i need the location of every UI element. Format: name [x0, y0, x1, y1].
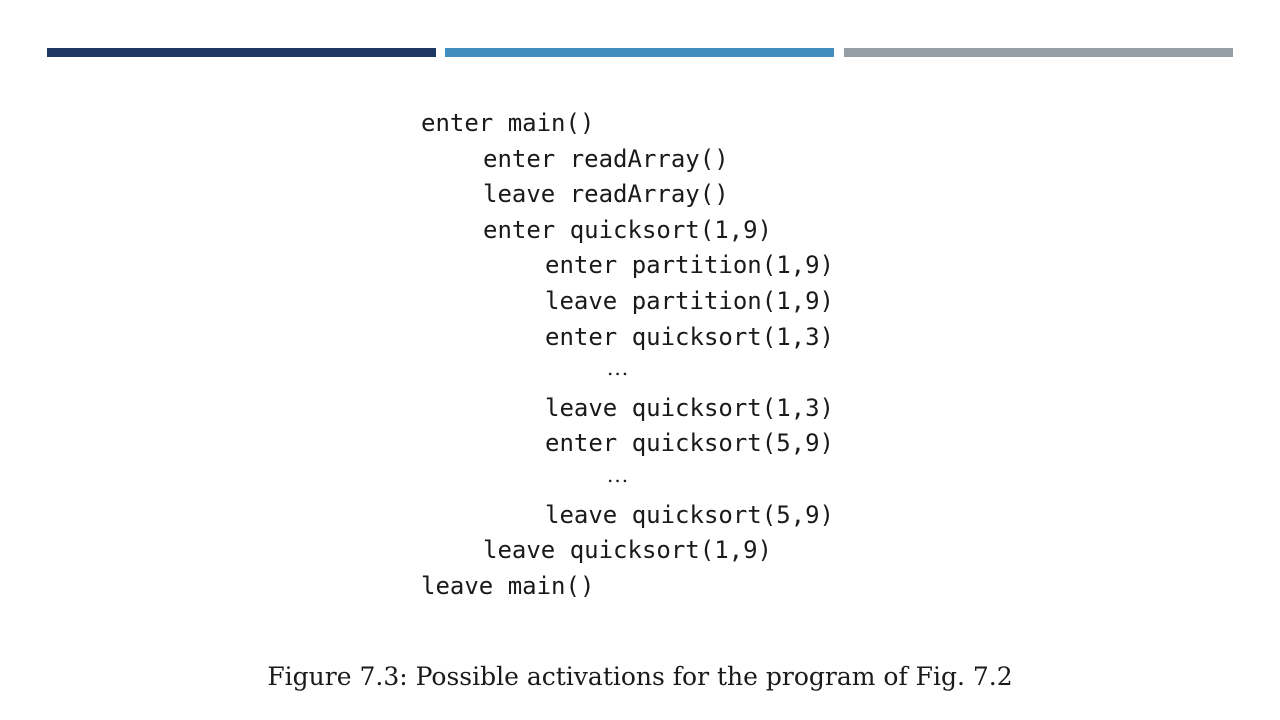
trace-ellipsis: ...	[607, 356, 630, 381]
trace-line: leave readArray()	[483, 180, 729, 209]
trace-line: enter quicksort(5,9)	[545, 429, 834, 458]
header-bar-medium	[445, 48, 834, 57]
figure-caption: Figure 7.3: Possible activations for the…	[267, 662, 1013, 691]
trace-line: enter quicksort(1,3)	[545, 322, 834, 351]
header-bar-gray	[844, 48, 1233, 57]
trace-line: enter partition(1,9)	[545, 251, 834, 280]
trace-line: leave quicksort(5,9)	[545, 500, 834, 529]
activation-trace: enter main() enter readArray() leave readA…	[421, 106, 834, 604]
trace-line: leave quicksort(1,3)	[545, 393, 834, 422]
trace-line: leave quicksort(1,9)	[483, 536, 772, 565]
trace-line: leave main()	[421, 571, 595, 600]
trace-line: enter main()	[421, 109, 595, 137]
trace-ellipsis: ...	[607, 462, 630, 487]
trace-line: leave partition(1,9)	[545, 286, 834, 315]
trace-line: enter quicksort(1,9)	[483, 215, 772, 244]
header-bar-dark	[47, 48, 436, 57]
trace-line: enter readArray()	[483, 144, 729, 173]
